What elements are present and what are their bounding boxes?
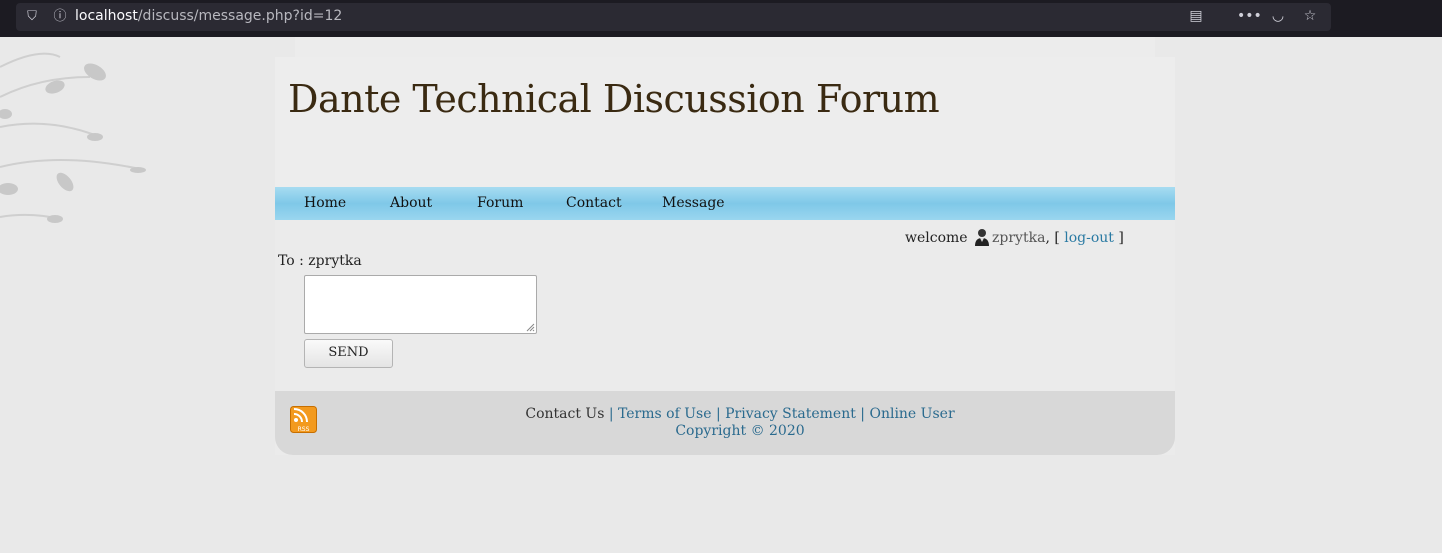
username-label: zprytka [992, 230, 1046, 246]
bookmark-star-icon[interactable]: ☆ [1301, 8, 1319, 24]
decorative-branch-image [0, 52, 146, 223]
footer-terms-link[interactable]: Terms of Use [618, 406, 711, 422]
recipient-label: To : zprytka [278, 253, 362, 269]
footer-online-user-link[interactable]: Online User [869, 406, 954, 422]
footer-contact-us[interactable]: Contact Us [525, 406, 604, 422]
site-header: Dante Technical Discussion Forum [275, 57, 1175, 187]
resize-grip-icon[interactable] [525, 322, 535, 332]
main-nav: Home About Forum Contact Message [275, 187, 1175, 220]
site-title: Dante Technical Discussion Forum [288, 77, 940, 121]
browser-toolbar: ⛉ ⓘ localhost/discuss/message.php?id=12 … [0, 0, 1442, 37]
user-avatar-icon [975, 229, 990, 246]
address-bar[interactable]: ⛉ ⓘ localhost/discuss/message.php?id=12 … [16, 3, 1331, 31]
message-textarea[interactable] [304, 275, 537, 334]
logout-link[interactable]: log-out [1064, 230, 1114, 246]
nav-message[interactable]: Message [662, 195, 725, 211]
site-footer: RSS Contact Us | Terms of Use | Privacy … [275, 391, 1175, 455]
more-icon[interactable]: ••• [1237, 8, 1262, 24]
nav-forum[interactable]: Forum [477, 195, 523, 211]
welcome-text: welcome [905, 230, 968, 246]
page-top-strip [295, 37, 1155, 57]
shield-icon[interactable]: ⛉ [24, 9, 40, 25]
welcome-bar: welcome zprytka, [ log-out ] [905, 229, 1124, 246]
footer-links: Contact Us | Terms of Use | Privacy Stat… [525, 406, 955, 422]
page-container: Dante Technical Discussion Forum Home Ab… [275, 57, 1175, 455]
copyright-text: Copyright © 2020 [675, 423, 805, 439]
nav-about[interactable]: About [390, 195, 432, 211]
nav-home[interactable]: Home [304, 195, 346, 211]
footer-privacy-link[interactable]: Privacy Statement [725, 406, 856, 422]
send-button[interactable]: SEND [304, 339, 393, 368]
pocket-icon[interactable]: ◡ [1269, 8, 1287, 24]
reader-view-icon[interactable]: ▤ [1187, 8, 1205, 24]
nav-contact[interactable]: Contact [566, 195, 622, 211]
url-text[interactable]: localhost/discuss/message.php?id=12 [75, 8, 342, 24]
info-icon[interactable]: ⓘ [52, 9, 68, 25]
